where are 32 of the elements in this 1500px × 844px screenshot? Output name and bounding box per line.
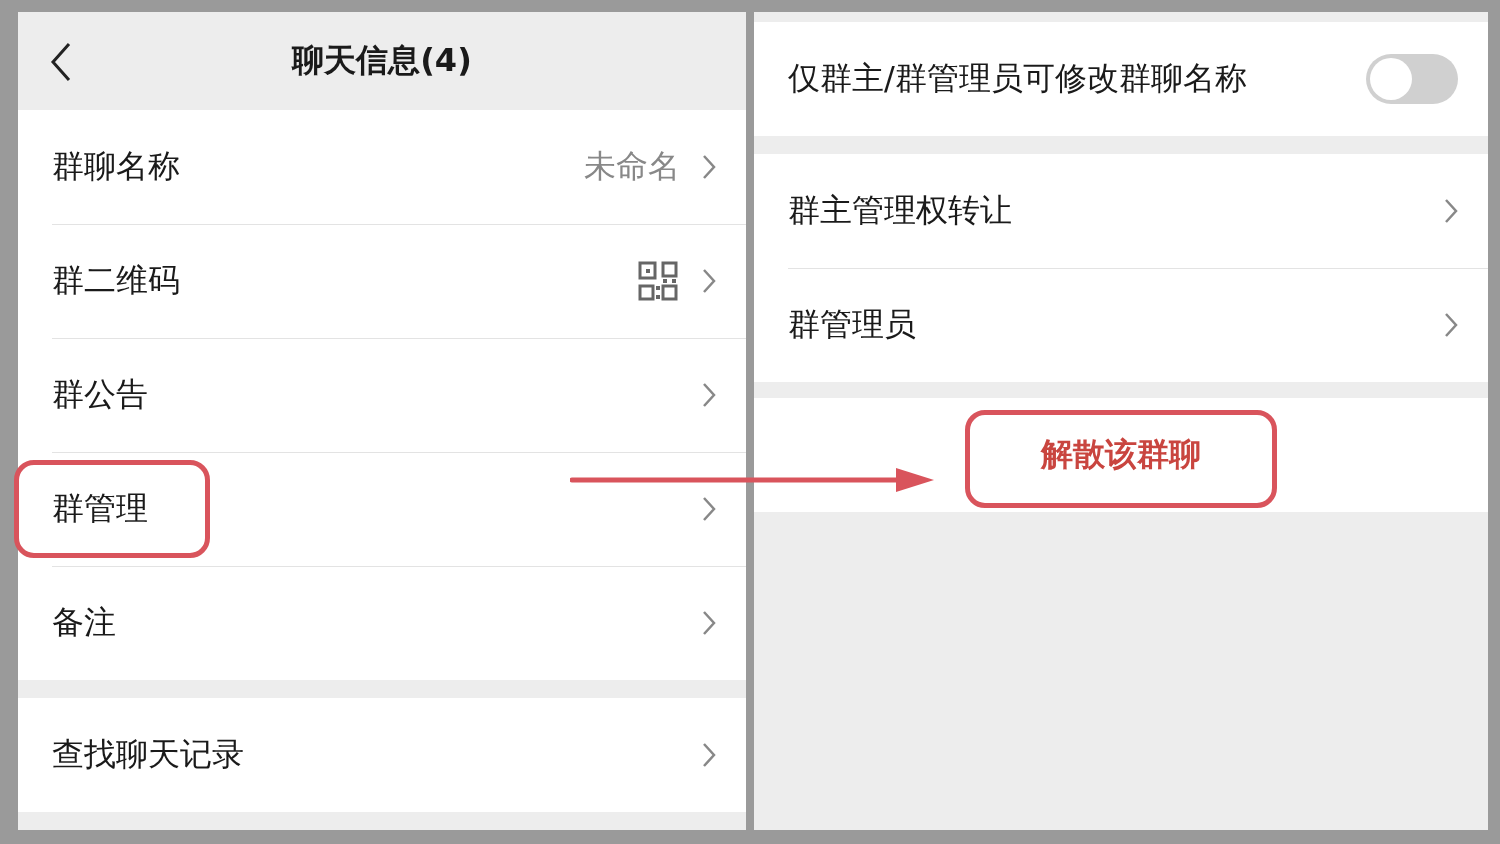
chevron-icon [1444, 312, 1458, 338]
chevron-icon [702, 382, 716, 408]
row-label: 群公告 [52, 374, 148, 415]
settings-row[interactable]: 群管理 [18, 452, 746, 566]
back-icon[interactable] [50, 42, 72, 82]
row-label: 群聊名称 [52, 146, 180, 187]
chevron-icon [702, 496, 716, 522]
row-label: 备注 [52, 602, 116, 643]
chevron-icon [702, 610, 716, 636]
screen-title: 聊天信息(4) [292, 40, 472, 81]
row-label: 查找聊天记录 [52, 734, 244, 775]
settings-row[interactable]: 群聊名称 未命名 [18, 110, 746, 224]
toggle-switch[interactable] [1366, 54, 1458, 104]
settings-row[interactable]: 群管理员 [754, 268, 1488, 382]
row-label: 仅群主/群管理员可修改群聊名称 [788, 58, 1247, 99]
chevron-icon [702, 154, 716, 180]
row-label: 群主管理权转让 [788, 190, 1012, 231]
row-label: 群二维码 [52, 260, 180, 301]
row-label: 群管理 [52, 488, 148, 529]
settings-row[interactable]: 群二维码 [18, 224, 746, 338]
row-value: 未命名 [584, 146, 680, 187]
chevron-icon [1444, 198, 1458, 224]
qr-code-icon [638, 261, 678, 301]
chevron-icon [702, 742, 716, 768]
settings-row[interactable]: 群主管理权转让 [754, 154, 1488, 268]
row-label: 群管理员 [788, 304, 916, 345]
dissolve-group-button[interactable]: 解散该群聊 [1021, 423, 1221, 487]
chevron-icon [702, 268, 716, 294]
settings-row[interactable]: 群公告 [18, 338, 746, 452]
settings-row[interactable]: 备注 [18, 566, 746, 680]
settings-row[interactable]: 查找聊天记录 [18, 698, 746, 812]
settings-row[interactable]: 仅群主/群管理员可修改群聊名称 [754, 22, 1488, 136]
